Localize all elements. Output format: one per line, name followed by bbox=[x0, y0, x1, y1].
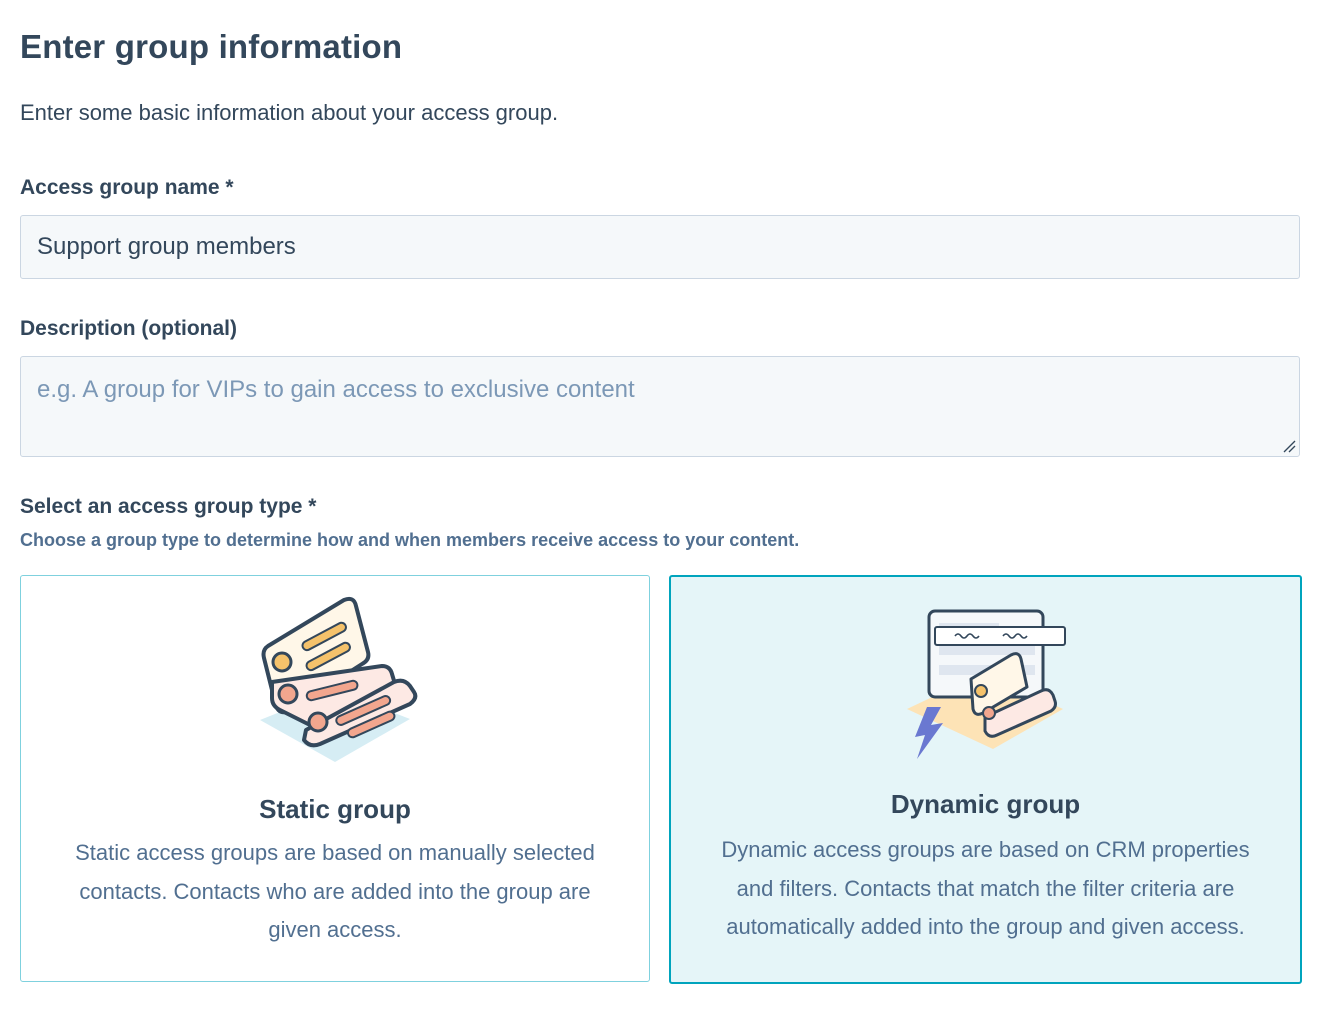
static-group-title: Static group bbox=[259, 794, 411, 824]
group-type-label: Select an access group type * bbox=[20, 495, 317, 518]
access-group-name-input[interactable] bbox=[20, 215, 1300, 279]
page-title: Enter group information bbox=[20, 28, 403, 65]
dynamic-group-title: Dynamic group bbox=[890, 789, 1081, 819]
dynamic-group-card[interactable]: Dynamic group Dynamic access groups are … bbox=[669, 575, 1302, 984]
description-field-wrapper bbox=[20, 356, 1300, 457]
group-type-help-text: Choose a group type to determine how and… bbox=[20, 530, 800, 550]
static-group-card[interactable]: Static group Static access groups are ba… bbox=[20, 575, 650, 982]
static-group-description: Static access groups are based on manual… bbox=[75, 840, 595, 942]
description-textarea[interactable] bbox=[20, 356, 1300, 457]
dynamic-group-description: Dynamic access groups are based on CRM p… bbox=[721, 837, 1250, 939]
dynamic-group-illustration-icon bbox=[906, 609, 1066, 759]
access-group-name-label: Access group name * bbox=[20, 176, 234, 199]
description-label: Description (optional) bbox=[20, 317, 237, 340]
static-group-illustration-icon bbox=[260, 596, 418, 762]
page-subtitle: Enter some basic information about your … bbox=[20, 100, 559, 125]
resize-handle-icon[interactable] bbox=[1282, 439, 1296, 453]
